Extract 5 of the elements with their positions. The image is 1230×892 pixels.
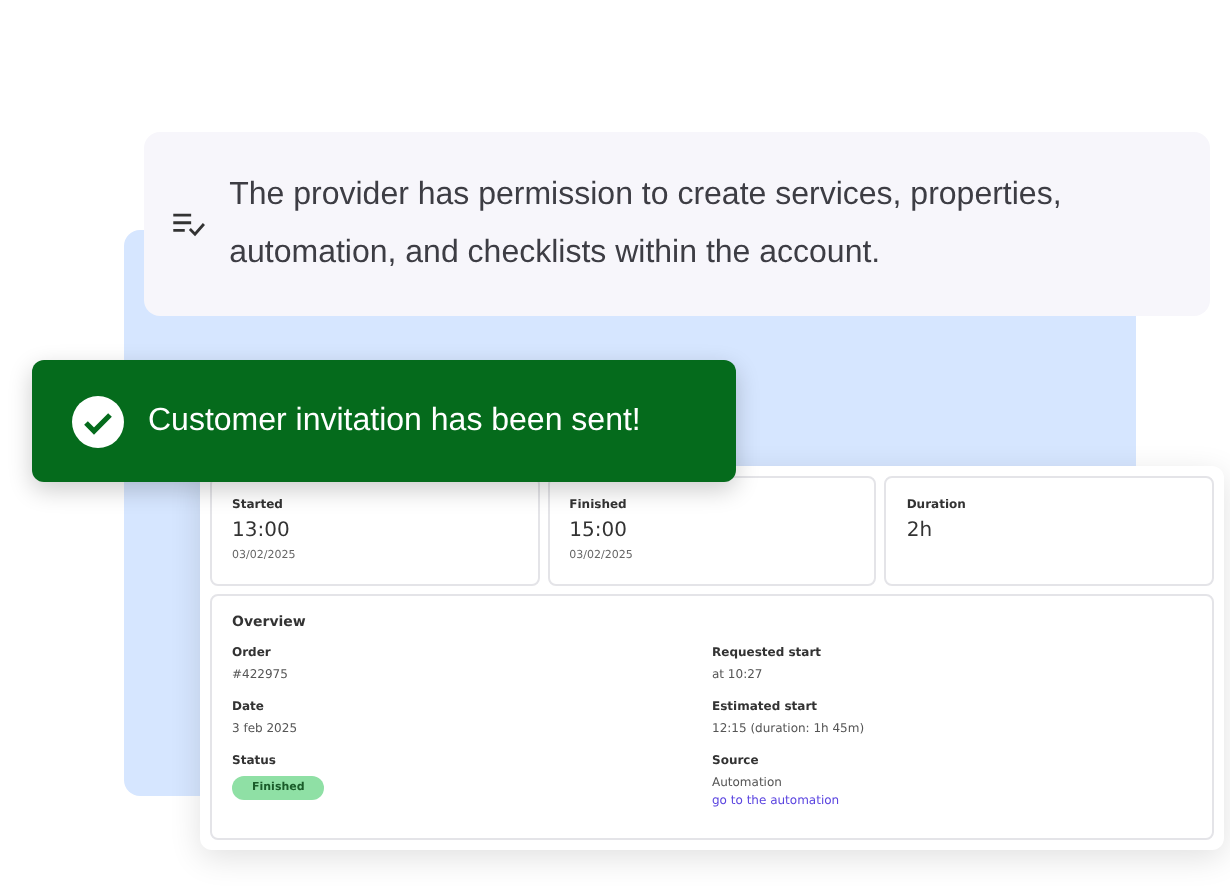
stat-value: 13:00 — [232, 520, 290, 542]
toast-message: Customer invitation has been sent! — [148, 403, 641, 439]
stat-value: 2h — [906, 520, 933, 542]
stat-value: 15:00 — [569, 520, 627, 542]
permission-text: The provider has permission to create services, properties, automation, and checklists within the account. — [229, 176, 1064, 274]
